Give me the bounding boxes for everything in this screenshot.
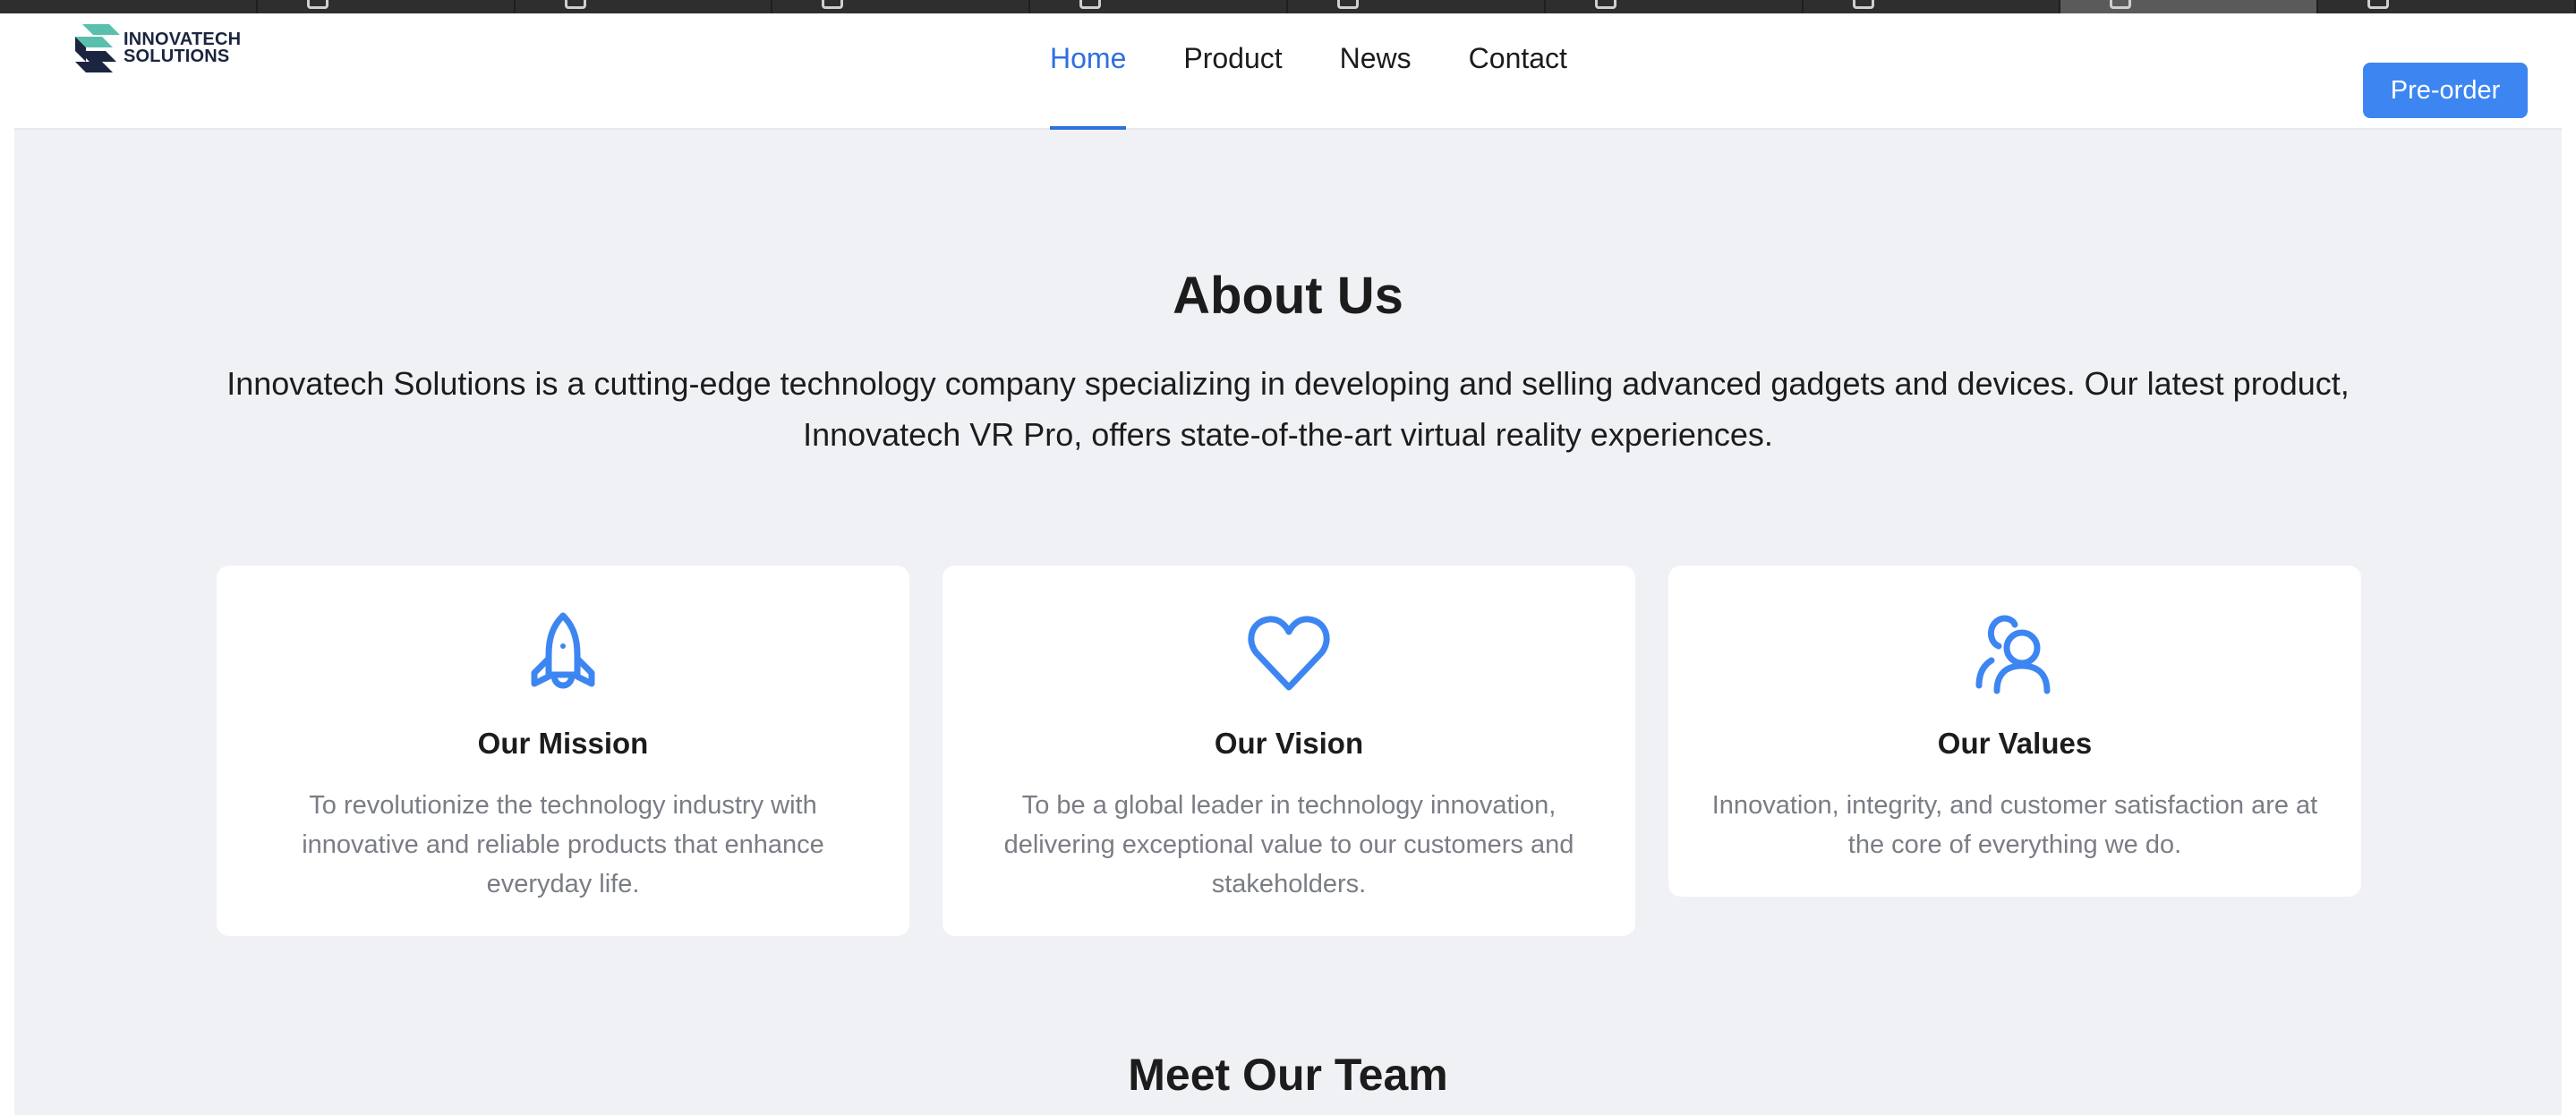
about-title: About Us: [1173, 267, 1403, 325]
logo[interactable]: INNOVATECH SOLUTIONS: [73, 22, 241, 74]
browser-tab[interactable]: [1030, 0, 1288, 13]
heart-icon: [1248, 616, 1330, 691]
browser-tab[interactable]: [2060, 0, 2319, 13]
main-nav: Home Product News Contact: [1050, 13, 1625, 130]
users-icon: [1975, 615, 2051, 694]
page: INNOVATECH SOLUTIONS Home Product News C…: [14, 13, 2562, 1115]
window-gutter-left: [0, 13, 14, 1115]
card-title: Our Vision: [1214, 727, 1364, 760]
browser-tab-strip: [0, 0, 2576, 13]
values-card: Our Values Innovation, integrity, and cu…: [1668, 566, 2361, 897]
nav-home[interactable]: Home: [1050, 13, 1127, 130]
browser-tab[interactable]: [516, 0, 773, 13]
card-text: Innovation, integrity, and customer sati…: [1711, 791, 2318, 859]
browser-tab[interactable]: [0, 0, 258, 13]
logo-mark-icon: [75, 24, 120, 72]
rocket-icon: [531, 612, 595, 689]
logo-wordmark: INNOVATECH SOLUTIONS: [124, 30, 241, 66]
browser-tab[interactable]: [258, 0, 516, 13]
site-header: INNOVATECH SOLUTIONS Home Product News C…: [14, 13, 2562, 130]
card-title: Our Mission: [477, 727, 649, 760]
browser-tab[interactable]: [1546, 0, 1804, 13]
preorder-button[interactable]: Pre-order: [2363, 63, 2528, 118]
nav-news[interactable]: News: [1340, 13, 1412, 130]
mission-card: Our Mission To revolutionize the technol…: [217, 566, 909, 936]
team-title: Meet Our Team: [1128, 1050, 1448, 1100]
browser-tab[interactable]: [772, 0, 1031, 13]
about-description: Innovatech Solutions is a cutting-edge t…: [226, 365, 2350, 453]
vision-card: Our Vision To be a global leader in tech…: [943, 566, 1635, 936]
card-text: To revolutionize the technology industry…: [302, 791, 824, 898]
card-title: Our Values: [1937, 727, 2093, 760]
browser-tab[interactable]: [1288, 0, 1546, 13]
logo-line2: SOLUTIONS: [124, 47, 230, 66]
browser-tab[interactable]: [2318, 0, 2576, 13]
nav-contact[interactable]: Contact: [1469, 13, 1567, 130]
card-text: To be a global leader in technology inno…: [1003, 791, 1574, 898]
nav-product[interactable]: Product: [1183, 13, 1282, 130]
browser-tab[interactable]: [1804, 0, 2061, 13]
window-gutter-right: [2562, 13, 2576, 1115]
